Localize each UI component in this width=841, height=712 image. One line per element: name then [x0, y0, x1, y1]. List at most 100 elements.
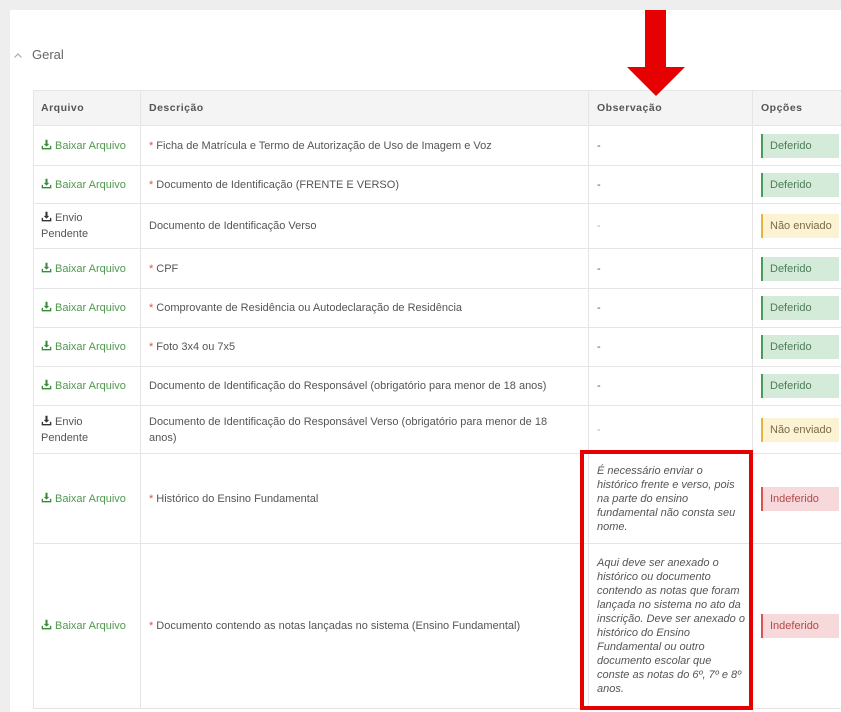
required-asterisk: *	[149, 620, 154, 632]
description-text: Documento de Identificação do Responsáve…	[149, 380, 547, 392]
pending-upload: Envio Pendente	[41, 414, 103, 446]
status-badge: Deferido	[761, 374, 839, 398]
section-header-geral[interactable]: Geral	[14, 45, 64, 65]
description-text: Ficha de Matrícula e Termo de Autorizaçã…	[156, 139, 492, 152]
description-cell: * Documento de Identificação (FRENTE E VE…	[140, 165, 589, 204]
options-cell: Indeferido	[752, 453, 841, 544]
file-cell: Envio Pendente	[33, 405, 141, 454]
download-file-label: Baixar Arquivo	[55, 380, 126, 392]
table-row: Envio Pendente Documento de Identificaçã…	[33, 203, 841, 249]
download-file-link[interactable]: Baixar Arquivo	[41, 492, 126, 505]
observation-cell: -	[588, 203, 753, 249]
file-cell: Baixar Arquivo	[33, 288, 141, 328]
download-icon	[41, 178, 52, 189]
download-file-label: Baixar Arquivo	[55, 620, 126, 632]
status-badge: Não enviado	[761, 214, 839, 238]
pending-upload: Envio Pendente	[41, 210, 103, 242]
status-badge: Indeferido	[761, 614, 839, 638]
description-text: CPF	[156, 262, 179, 275]
options-cell: Deferido	[752, 366, 841, 406]
download-icon	[41, 415, 52, 426]
download-file-link[interactable]: Baixar Arquivo	[41, 619, 126, 632]
download-file-label: Baixar Arquivo	[55, 341, 126, 353]
download-file-label: Baixar Arquivo	[55, 139, 126, 152]
status-badge: Indeferido	[761, 486, 839, 511]
file-cell: Baixar Arquivo	[33, 125, 141, 166]
observation-cell: -	[588, 248, 753, 289]
required-asterisk: *	[149, 178, 154, 191]
download-file-link[interactable]: Baixar Arquivo	[41, 379, 126, 392]
observation-text: -	[597, 423, 601, 436]
download-file-link[interactable]: Baixar Arquivo	[41, 301, 126, 314]
table-row: Baixar Arquivo * Ficha de Matrícula e Ter…	[33, 125, 841, 166]
options-cell: Deferido	[752, 288, 841, 328]
description-cell: * CPF	[140, 248, 589, 289]
observation-text: -	[597, 302, 601, 314]
description-text: Histórico do Ensino Fundamental	[156, 492, 319, 505]
table-row: Envio Pendente Documento de Identificaçã…	[33, 405, 841, 454]
observation-cell: -	[588, 165, 753, 204]
header-row: Arquivo Descrição Observação Opções	[33, 90, 841, 126]
status-badge: Deferido	[761, 172, 839, 197]
file-cell: Baixar Arquivo	[33, 248, 141, 289]
file-cell: Baixar Arquivo	[33, 453, 141, 544]
download-icon	[41, 340, 52, 351]
download-file-label: Baixar Arquivo	[55, 178, 126, 191]
description-text: Documento de Identificação (FRENTE E VER…	[156, 178, 399, 191]
download-file-link[interactable]: Baixar Arquivo	[41, 340, 126, 353]
download-icon	[41, 379, 52, 390]
column-header-descricao: Descrição	[140, 90, 589, 126]
observation-text: -	[597, 341, 601, 353]
status-badge: Deferido	[761, 256, 839, 281]
description-cell: * Foto 3x4 ou 7x5	[140, 327, 589, 367]
observation-cell: -	[588, 405, 753, 454]
observation-text: -	[597, 262, 601, 275]
table-row: Baixar Arquivo Documento de Identificaçã…	[33, 366, 841, 406]
download-icon	[41, 262, 52, 273]
column-header-arquivo: Arquivo	[33, 90, 141, 126]
description-cell: Documento de Identificação do Responsáve…	[140, 405, 589, 454]
column-header-opcoes: Opções	[752, 90, 841, 126]
observation-text: -	[597, 178, 601, 191]
download-icon	[41, 619, 52, 630]
download-icon	[41, 492, 52, 503]
download-file-label: Baixar Arquivo	[55, 302, 126, 314]
required-asterisk: *	[149, 302, 154, 314]
description-cell: * Ficha de Matrícula e Termo de Autorizaç…	[140, 125, 589, 166]
file-cell: Envio Pendente	[33, 203, 141, 249]
download-icon	[41, 301, 52, 312]
download-file-label: Baixar Arquivo	[55, 262, 126, 275]
description-text: Documento contendo as notas lançadas no …	[156, 620, 521, 632]
observation-text: -	[597, 220, 601, 232]
download-file-link[interactable]: Baixar Arquivo	[41, 262, 126, 275]
options-cell: Indeferido	[752, 543, 841, 709]
options-cell: Não enviado	[752, 203, 841, 249]
description-cell: * Documento contendo as notas lançadas no…	[140, 543, 589, 709]
file-cell: Baixar Arquivo	[33, 165, 141, 204]
required-asterisk: *	[149, 492, 154, 505]
download-icon	[41, 139, 52, 150]
download-icon	[41, 211, 52, 222]
status-badge: Não enviado	[761, 417, 839, 442]
options-cell: Deferido	[752, 125, 841, 166]
table-header: Arquivo Descrição Observação Opções	[33, 90, 841, 126]
observation-text: -	[597, 139, 601, 152]
section-title: Geral	[32, 47, 64, 62]
status-badge: Deferido	[761, 133, 839, 158]
table-row: Baixar Arquivo * Documento de Identificaç…	[33, 165, 841, 204]
description-cell: * Histórico do Ensino Fundamental	[140, 453, 589, 544]
file-cell: Baixar Arquivo	[33, 366, 141, 406]
observation-cell: -	[588, 288, 753, 328]
download-file-link[interactable]: Baixar Arquivo	[41, 139, 126, 152]
chevron-up-icon	[14, 52, 22, 58]
observation-text: -	[597, 380, 601, 392]
file-cell: Baixar Arquivo	[33, 543, 141, 709]
options-cell: Deferido	[752, 165, 841, 204]
observation-cell: -	[588, 327, 753, 367]
download-file-link[interactable]: Baixar Arquivo	[41, 178, 126, 191]
table-row: Baixar Arquivo * CPF - Deferido	[33, 248, 841, 289]
observation-cell: -	[588, 366, 753, 406]
required-asterisk: *	[149, 139, 154, 152]
file-cell: Baixar Arquivo	[33, 327, 141, 367]
description-text: Foto 3x4 ou 7x5	[156, 341, 236, 353]
